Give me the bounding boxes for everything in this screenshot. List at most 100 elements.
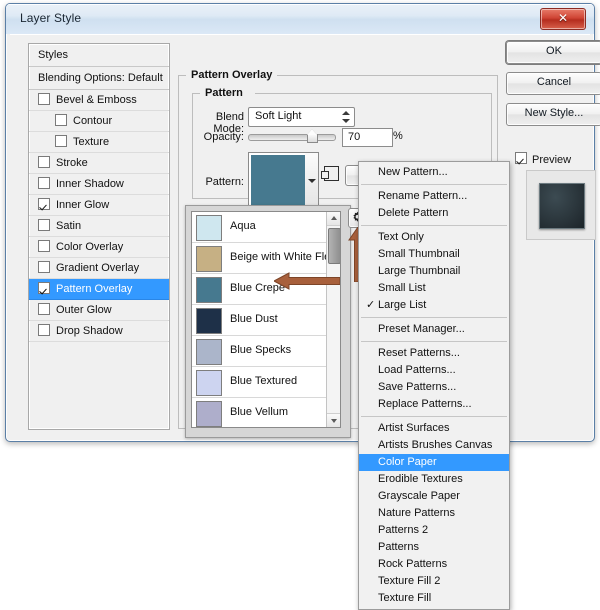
link-to-layer-icon[interactable] <box>324 166 339 181</box>
menu-item-rock-patterns[interactable]: Rock Patterns <box>359 556 509 573</box>
style-row-label: Color Overlay <box>56 241 123 253</box>
style-checkbox[interactable] <box>38 240 50 252</box>
menu-item-new-pattern[interactable]: New Pattern... <box>359 164 509 181</box>
preview-checkbox[interactable] <box>515 152 527 164</box>
menu-item-texture-fill[interactable]: Texture Fill <box>359 590 509 607</box>
style-row-label: Texture <box>73 136 109 148</box>
pattern-name: Blue Textured <box>230 375 297 387</box>
menu-item-large-list[interactable]: ✓Large List <box>359 297 509 314</box>
scroll-up-arrow-icon[interactable] <box>327 212 340 226</box>
style-checkbox[interactable] <box>38 219 50 231</box>
menu-separator <box>361 416 507 417</box>
styles-header: Styles <box>29 44 169 67</box>
style-checkbox[interactable] <box>38 93 50 105</box>
menu-separator <box>361 225 507 226</box>
pattern-label: Pattern: <box>200 176 244 188</box>
style-row-label: Contour <box>73 115 112 127</box>
menu-item-texture-fill-2[interactable]: Texture Fill 2 <box>359 573 509 590</box>
menu-item-label: New Pattern... <box>378 166 448 178</box>
menu-item-label: Small Thumbnail <box>378 248 460 260</box>
menu-item-delete-pattern[interactable]: Delete Pattern <box>359 205 509 222</box>
pattern-list-scrollbar[interactable] <box>326 212 340 427</box>
style-row-outer-glow[interactable]: Outer Glow <box>29 300 169 321</box>
style-checkbox[interactable] <box>55 135 67 147</box>
close-button[interactable]: ✕ <box>540 8 586 30</box>
menu-item-nature-patterns[interactable]: Nature Patterns <box>359 505 509 522</box>
menu-item-label: Delete Pattern <box>378 207 448 219</box>
style-checkbox[interactable] <box>38 303 50 315</box>
style-row-contour[interactable]: Contour <box>29 111 169 132</box>
pattern-thumbnail <box>196 215 222 241</box>
scrollbar-thumb[interactable] <box>328 228 341 264</box>
pattern-thumbnail <box>196 246 222 272</box>
menu-item-label: Large List <box>378 299 426 311</box>
menu-item-patterns-2[interactable]: Patterns 2 <box>359 522 509 539</box>
title-bar[interactable]: Layer Style ✕ <box>6 4 594 34</box>
menu-item-color-paper[interactable]: Color Paper <box>359 454 509 471</box>
style-checkbox[interactable] <box>55 114 67 126</box>
new-style-button[interactable]: New Style... <box>506 103 600 126</box>
style-row-satin[interactable]: Satin <box>29 216 169 237</box>
style-row-bevel-emboss[interactable]: Bevel & Emboss <box>29 90 169 111</box>
style-checkbox[interactable] <box>38 324 50 336</box>
close-icon: ✕ <box>541 11 585 25</box>
style-checkbox[interactable] <box>38 282 50 294</box>
menu-item-large-thumbnail[interactable]: Large Thumbnail <box>359 263 509 280</box>
opacity-input[interactable]: 70 <box>342 128 393 147</box>
menu-item-artists-brushes-canvas[interactable]: Artists Brushes Canvas <box>359 437 509 454</box>
menu-item-label: Artist Surfaces <box>378 422 450 434</box>
menu-item-label: Grayscale Paper <box>378 490 460 502</box>
menu-item-artist-surfaces[interactable]: Artist Surfaces <box>359 420 509 437</box>
menu-item-label: Texture Fill <box>378 592 431 604</box>
style-row-color-overlay[interactable]: Color Overlay <box>29 237 169 258</box>
style-row-stroke[interactable]: Stroke <box>29 153 169 174</box>
style-row-inner-shadow[interactable]: Inner Shadow <box>29 174 169 195</box>
style-row-inner-glow[interactable]: Inner Glow <box>29 195 169 216</box>
menu-item-label: Small List <box>378 282 426 294</box>
menu-item-grayscale-paper[interactable]: Grayscale Paper <box>359 488 509 505</box>
preview-checkbox-row[interactable]: Preview <box>515 152 571 166</box>
style-checkbox[interactable] <box>38 261 50 273</box>
ok-button[interactable]: OK <box>506 41 600 64</box>
menu-item-erodible-textures[interactable]: Erodible Textures <box>359 471 509 488</box>
menu-item-text-only[interactable]: Text Only <box>359 229 509 246</box>
style-checkbox[interactable] <box>38 198 50 210</box>
style-row-drop-shadow[interactable]: Drop Shadow <box>29 321 169 342</box>
opacity-slider-thumb[interactable] <box>307 130 318 143</box>
menu-separator <box>361 317 507 318</box>
menu-item-replace-patterns[interactable]: Replace Patterns... <box>359 396 509 413</box>
style-checkbox[interactable] <box>38 156 50 168</box>
pattern-list-item[interactable]: Blue Textured <box>192 367 326 398</box>
style-row-pattern-overlay[interactable]: Pattern Overlay <box>29 279 169 300</box>
menu-item-small-list[interactable]: Small List <box>359 280 509 297</box>
pattern-list-item[interactable]: Blue Dust <box>192 305 326 336</box>
new-style-label: New Style... <box>525 107 584 119</box>
blend-mode-select[interactable]: Soft Light <box>248 107 355 127</box>
pattern-name: Blue Specks <box>230 344 291 356</box>
style-row-label: Inner Shadow <box>56 178 124 190</box>
scroll-down-arrow-icon[interactable] <box>327 413 340 427</box>
pattern-list-item[interactable]: Beige with White Fleck <box>192 243 326 274</box>
pattern-items-container: AquaBeige with White FleckBlue CrepeBlue… <box>192 212 326 428</box>
menu-item-save-patterns[interactable]: Save Patterns... <box>359 379 509 396</box>
menu-item-reset-patterns[interactable]: Reset Patterns... <box>359 345 509 362</box>
style-row-gradient-overlay[interactable]: Gradient Overlay <box>29 258 169 279</box>
style-row-label: Stroke <box>56 157 88 169</box>
menu-item-small-thumbnail[interactable]: Small Thumbnail <box>359 246 509 263</box>
style-row-texture[interactable]: Texture <box>29 132 169 153</box>
pattern-picker-panel: AquaBeige with White FleckBlue CrepeBlue… <box>185 205 351 438</box>
pattern-options-context-menu: New Pattern... Rename Pattern... Delete Pa… <box>358 161 510 610</box>
style-checkbox[interactable] <box>38 177 50 189</box>
pattern-list-item[interactable]: Aqua <box>192 212 326 243</box>
cancel-button[interactable]: Cancel <box>506 72 600 95</box>
pattern-thumbnail <box>196 308 222 334</box>
menu-item-label: Rock Patterns <box>378 558 447 570</box>
menu-item-rename-pattern[interactable]: Rename Pattern... <box>359 188 509 205</box>
pattern-list-item[interactable]: Blue Vellum <box>192 398 326 428</box>
menu-item-preset-manager[interactable]: Preset Manager... <box>359 321 509 338</box>
pattern-list-item[interactable]: Blue Specks <box>192 336 326 367</box>
menu-item-patterns[interactable]: Patterns <box>359 539 509 556</box>
opacity-slider[interactable] <box>248 134 336 141</box>
blending-options-row[interactable]: Blending Options: Default <box>29 67 169 90</box>
menu-item-load-patterns[interactable]: Load Patterns... <box>359 362 509 379</box>
